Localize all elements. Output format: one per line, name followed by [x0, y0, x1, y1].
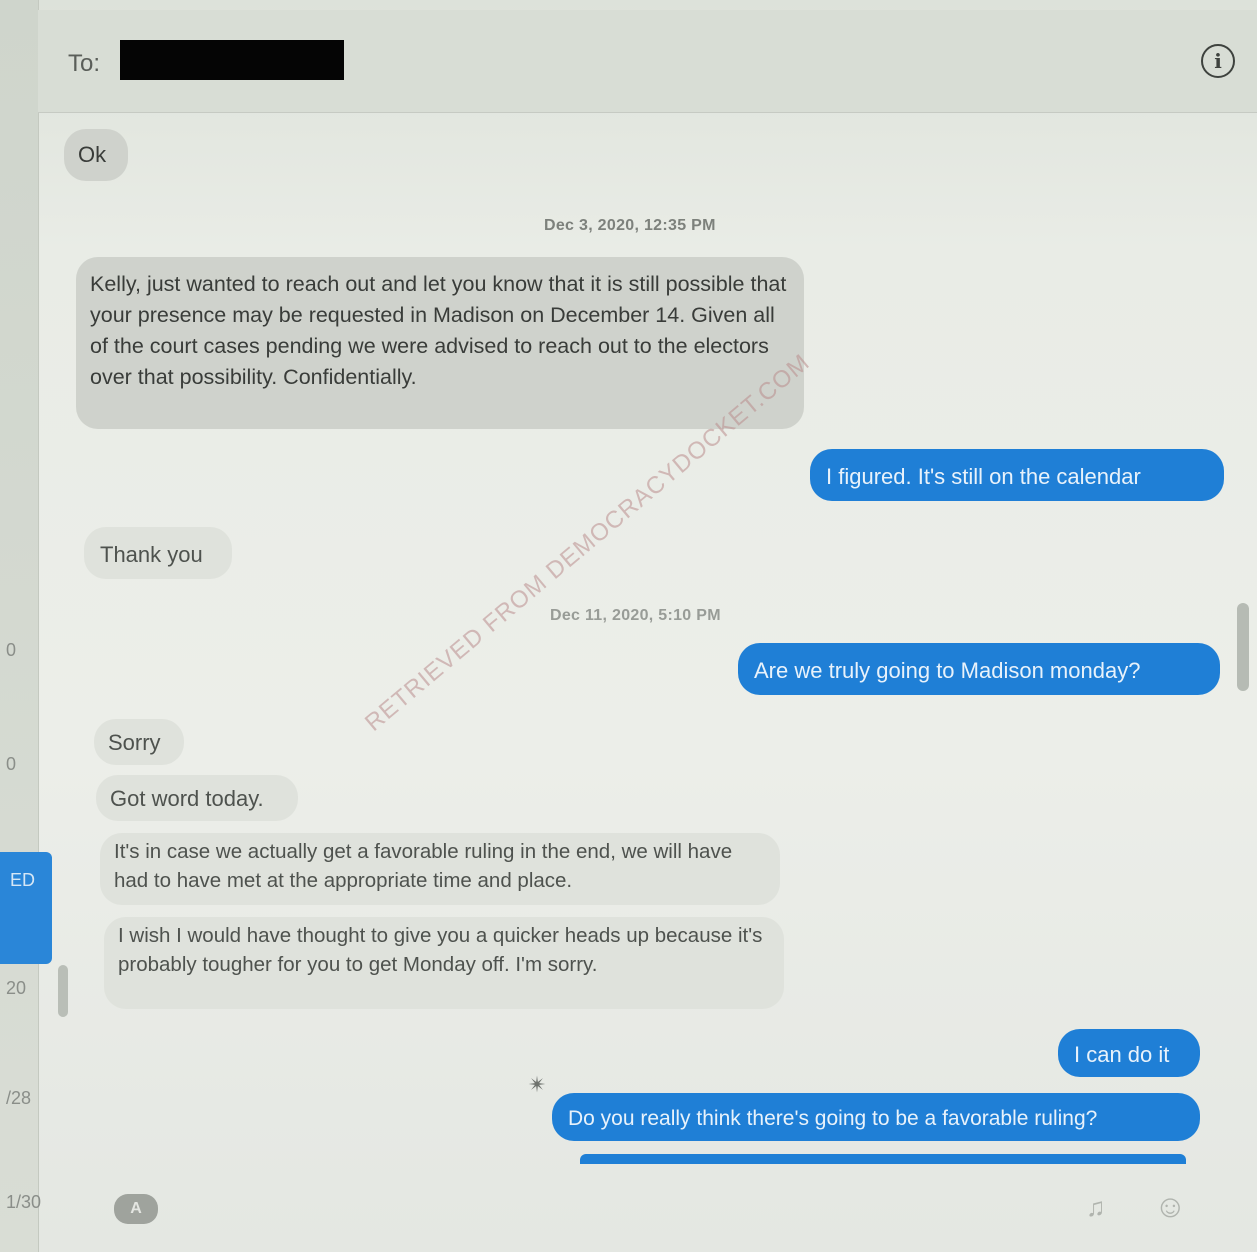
- message-outgoing: Are we truly going to Madison monday?: [738, 643, 1220, 695]
- message-incoming: I wish I would have thought to give you …: [104, 917, 784, 1009]
- sidebar-fragment: 20: [6, 978, 27, 998]
- sidebar-fragment: 1/30: [6, 1192, 42, 1212]
- app-store-icon[interactable]: A: [114, 1194, 158, 1224]
- sidebar-fragment: 0: [6, 640, 17, 660]
- partial-outgoing-bubble: [580, 1154, 1186, 1164]
- message-timestamp: Dec 3, 2020, 12:35 PM: [544, 217, 716, 234]
- compose-bar: A ♫ ☺: [38, 1180, 1257, 1252]
- conversation-header: To: i: [38, 10, 1257, 113]
- sidebar-fragment: /28: [6, 1088, 32, 1108]
- message-incoming: It's in case we actually get a favorable…: [100, 833, 780, 905]
- message-outgoing: Do you really think there's going to be …: [552, 1093, 1200, 1141]
- emoji-icon[interactable]: ☺: [1154, 1188, 1187, 1225]
- message-transcript: Ok Dec 3, 2020, 12:35 PM Kelly, just wan…: [38, 113, 1257, 1252]
- transcript-scrollbar[interactable]: [1237, 603, 1249, 691]
- message-incoming: Got word today.: [96, 775, 298, 821]
- conversation-list-sidebar[interactable]: 0 0 ED 20 /28 1/30: [0, 0, 52, 1252]
- message-outgoing: I figured. It's still on the calendar: [810, 449, 1224, 501]
- message-incoming: Sorry: [94, 719, 184, 765]
- message-incoming: Ok: [64, 129, 128, 181]
- recipient-label: To:: [68, 50, 101, 77]
- messages-window: 0 0 ED 20 /28 1/30 To: i Ok Dec 3, 2020,…: [0, 0, 1257, 1252]
- audio-waveform-icon[interactable]: ♫: [1086, 1192, 1106, 1223]
- message-outgoing: I can do it: [1058, 1029, 1200, 1077]
- pointer-icon: ✴: [528, 1072, 547, 1097]
- message-incoming: Thank you: [84, 527, 232, 579]
- message-incoming: Kelly, just wanted to reach out and let …: [76, 257, 804, 429]
- sidebar-fragment: ED: [10, 870, 36, 890]
- sidebar-fragment: 0: [6, 754, 17, 774]
- info-icon[interactable]: i: [1201, 44, 1235, 78]
- message-timestamp: Dec 11, 2020, 5:10 PM: [550, 607, 721, 624]
- redacted-recipient: [120, 40, 344, 80]
